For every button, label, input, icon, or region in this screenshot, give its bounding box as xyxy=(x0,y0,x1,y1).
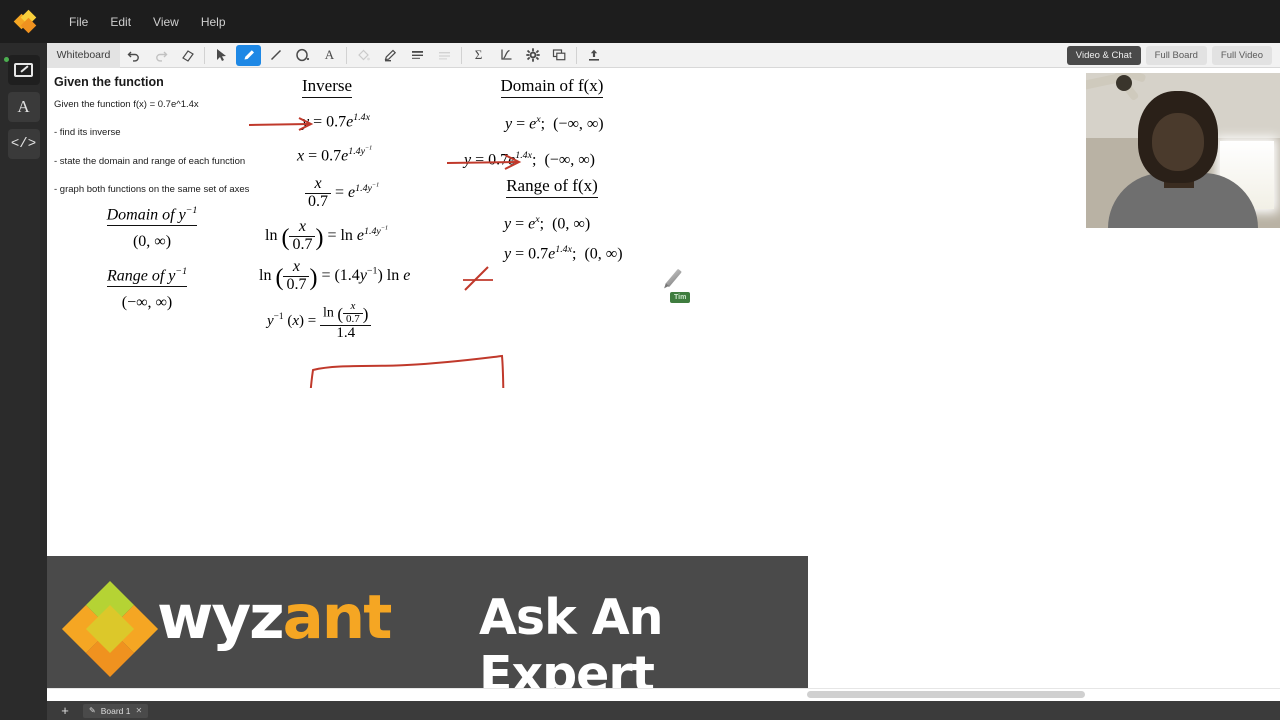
range-of-inverse-value: (−∞, ∞) xyxy=(121,294,173,312)
close-icon[interactable]: ✕ xyxy=(135,706,142,715)
banner-tagline: Ask An Expert xyxy=(479,589,664,703)
duplicate-button[interactable] xyxy=(547,45,572,66)
participant-webcam[interactable] xyxy=(1086,73,1280,228)
horizontal-scrollbar[interactable] xyxy=(47,688,1280,701)
menu-item-view[interactable]: View xyxy=(142,11,190,33)
wyzant-diamond-logo-icon xyxy=(13,9,38,33)
graph-button[interactable] xyxy=(493,45,518,66)
range-of-f-row-0: y = ex; (0, ∞) xyxy=(504,214,591,233)
highlighter-button[interactable] xyxy=(378,45,403,66)
full-video-button[interactable]: Full Video xyxy=(1211,45,1272,65)
inverse-step-2: x = 0.7e1.4y−1 xyxy=(297,146,373,165)
add-board-button[interactable]: + xyxy=(55,703,75,718)
webcam-person-face xyxy=(1152,113,1204,171)
inverse-step-1: y = 0.7e1.4x xyxy=(302,112,371,131)
rail-item-text[interactable]: A xyxy=(7,92,40,122)
toolbar-separator xyxy=(346,46,347,64)
domain-exponent: −1 xyxy=(185,205,198,216)
menu-bar: File Edit View Help xyxy=(0,0,1280,43)
menu-item-file[interactable]: File xyxy=(58,11,99,33)
toolbar-insert-group: Σ xyxy=(465,43,607,68)
menu-items: File Edit View Help xyxy=(58,11,237,33)
text-tool-icon: A xyxy=(17,97,30,116)
ink-strikethrough xyxy=(463,266,493,291)
inverse-heading: Inverse xyxy=(301,76,353,98)
line-style-button[interactable] xyxy=(432,45,457,66)
online-status-dot-icon xyxy=(3,57,9,62)
range-of-f-heading: Range of f(x) xyxy=(506,176,598,198)
menu-item-help[interactable]: Help xyxy=(190,11,237,33)
inverse-step-4: ln (x 0.7) = ln e1.4y−1 xyxy=(265,218,389,253)
eraser-button[interactable] xyxy=(175,45,200,66)
problem-line-3: - graph both functions on the same set o… xyxy=(54,184,250,196)
fill-button[interactable] xyxy=(351,45,376,66)
range-of-inverse-title: Range of y−1 xyxy=(106,266,188,288)
menu-item-edit[interactable]: Edit xyxy=(99,11,142,33)
toolbar-draw-group: A xyxy=(208,43,350,68)
domain-of-f-heading: Domain of f(x) xyxy=(500,76,604,98)
full-board-button[interactable]: Full Board xyxy=(1145,45,1207,65)
toolbar-history-group xyxy=(120,43,208,68)
wyzant-brand-first: wyz xyxy=(157,582,285,653)
shape-button[interactable] xyxy=(290,45,315,66)
wyzant-logo-icon xyxy=(61,580,169,678)
toolbar: Whiteboard A Σ Video & Chat Full Board F… xyxy=(47,42,1280,68)
webcam-person-head xyxy=(1138,91,1218,183)
line-width-button[interactable] xyxy=(405,45,430,66)
problem-line-2: - state the domain and range of each fun… xyxy=(54,155,246,167)
toolbar-mode-label: Whiteboard xyxy=(47,42,120,68)
pencil-cursor-icon xyxy=(665,268,682,288)
toolbar-separator xyxy=(461,46,462,64)
select-button[interactable] xyxy=(209,45,234,66)
view-mode-buttons: Video & Chat Full Board Full Video xyxy=(1066,45,1280,65)
board-tab-1[interactable]: ✎ Board 1 ✕ xyxy=(83,703,149,718)
range-of-f-row-1: y = 0.7e1.4x; (0, ∞) xyxy=(504,244,623,263)
domain-of-inverse-block: Domain of y−1 (0, ∞) xyxy=(52,205,252,251)
redo-button[interactable] xyxy=(148,45,173,66)
board-tab-bar: + ✎ Board 1 ✕ xyxy=(47,701,1280,720)
code-tool-icon: </> xyxy=(10,136,37,152)
domain-of-inverse-label: Domain of y xyxy=(106,206,186,224)
domain-of-f-row-0: y = ex; (−∞, ∞) xyxy=(505,114,604,133)
range-of-inverse-label: Range of y xyxy=(106,267,176,285)
video-and-chat-button[interactable]: Video & Chat xyxy=(1066,45,1141,65)
domain-of-f-column: Domain of f(x) y = ex; (−∞, ∞) y = 0.7e1… xyxy=(442,76,742,168)
domain-of-inverse-title: Domain of y−1 xyxy=(106,205,198,227)
range-of-f-column: Range of f(x) y = ex; (0, ∞) y = 0.7e1.4… xyxy=(442,176,742,262)
wyzant-brand-second: ant xyxy=(282,582,393,653)
domain-of-f-row-1: y = 0.7e1.4x; (−∞, ∞) xyxy=(464,150,595,169)
board-tab-label: Board 1 xyxy=(100,705,131,716)
pencil-icon: ✎ xyxy=(89,706,96,715)
problem-line-1: - find its inverse xyxy=(54,127,121,139)
rail-item-whiteboard[interactable] xyxy=(3,55,40,85)
remote-cursor-name-tag: Tim xyxy=(670,292,691,303)
range-of-inverse-block: Range of y−1 (−∞, ∞) xyxy=(52,266,242,312)
left-rail: A </> xyxy=(0,43,47,720)
whiteboard-app: File Edit View Help A </> Whiteboard A Σ… xyxy=(0,0,1280,720)
wyzant-banner: wyzant Ask An Expert xyxy=(47,556,808,703)
domain-of-inverse-value: (0, ∞) xyxy=(132,233,172,251)
undo-button[interactable] xyxy=(121,45,146,66)
scrollbar-thumb[interactable] xyxy=(807,691,1085,698)
wyzant-wordmark: wyzant xyxy=(157,582,393,653)
range-exponent: −1 xyxy=(175,266,188,277)
settings-button[interactable] xyxy=(520,45,545,66)
line-button[interactable] xyxy=(263,45,288,66)
toolbar-separator xyxy=(576,46,577,64)
toolbar-style-group xyxy=(350,43,465,68)
text-button[interactable]: A xyxy=(317,45,342,66)
equation-button[interactable]: Σ xyxy=(466,45,491,66)
whiteboard-icon xyxy=(14,63,33,77)
ink-answer-box xyxy=(309,354,505,388)
inverse-step-3: x 0.7 = e1.4y−1 xyxy=(305,175,379,211)
problem-line-0: Given the function f(x) = 0.7e^1.4x xyxy=(54,99,199,110)
inverse-step-5: ln (x 0.7) = (1.4y−1) ln e xyxy=(259,258,411,293)
rail-item-code[interactable]: </> xyxy=(7,129,40,159)
pen-button[interactable] xyxy=(236,44,261,66)
inverse-final-answer: y−1 (x) = ln (x 0.7) 1.4 xyxy=(267,300,372,342)
upload-button[interactable] xyxy=(581,45,606,66)
toolbar-separator xyxy=(204,46,205,64)
